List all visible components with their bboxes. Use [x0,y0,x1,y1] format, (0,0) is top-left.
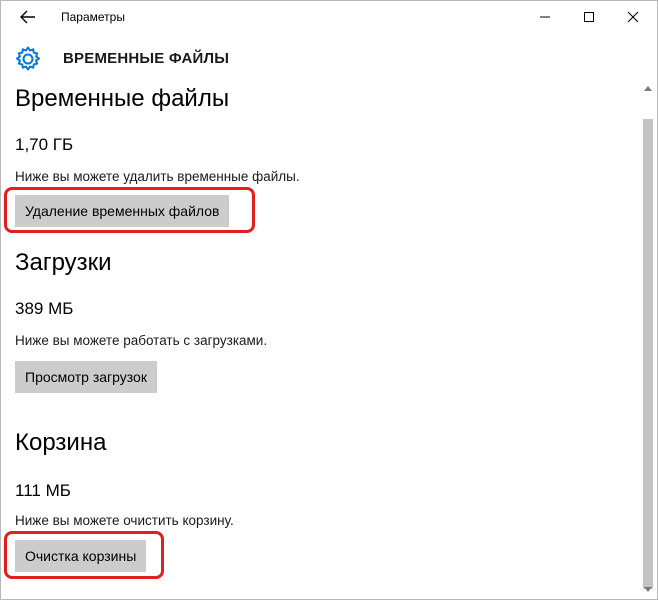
close-button[interactable] [611,3,655,31]
gear-icon [16,46,40,71]
recycle-bin-size: 111 МБ [15,481,71,500]
back-arrow-icon [20,10,35,24]
section-title-recycle-bin: Корзина [15,429,107,456]
temp-files-description: Ниже вы можете удалить временные файлы. [15,169,300,184]
scroll-up-button[interactable] [639,79,657,97]
minimize-icon [540,16,550,18]
delete-temp-files-button[interactable]: Удаление временных файлов [15,195,230,227]
vertical-scrollbar[interactable] [639,79,657,599]
downloads-description: Ниже вы можете работать с загрузками. [15,333,268,348]
maximize-icon [584,12,594,22]
scrollbar-thumb[interactable] [643,119,653,589]
settings-window: Параметры ВРЕМЕННЫЕ ФАЙЛЫ Временные файл… [0,0,658,600]
close-icon [627,11,639,23]
downloads-size: 389 МБ [15,299,74,318]
view-downloads-button[interactable]: Просмотр загрузок [15,361,157,393]
maximize-button[interactable] [567,3,611,31]
content-area: Временные файлы 1,70 ГБ Ниже вы можете у… [1,79,639,599]
minimize-button[interactable] [523,3,567,31]
section-title-downloads: Загрузки [15,249,112,276]
app-title: Параметры [61,10,125,24]
chevron-up-icon [644,86,652,91]
recycle-bin-description: Ниже вы можете очистить корзину. [15,513,234,528]
empty-recycle-bin-button[interactable]: Очистка корзины [15,540,147,572]
temp-files-size: 1,70 ГБ [15,135,74,154]
back-button[interactable] [13,5,43,29]
page-title: ВРЕМЕННЫЕ ФАЙЛЫ [63,50,230,67]
chevron-down-icon [644,587,652,592]
scroll-down-button[interactable] [639,581,657,599]
section-title-temp-files: Временные файлы [15,85,230,112]
title-bar: Параметры [1,1,657,33]
page-header: ВРЕМЕННЫЕ ФАЙЛЫ [1,39,657,79]
